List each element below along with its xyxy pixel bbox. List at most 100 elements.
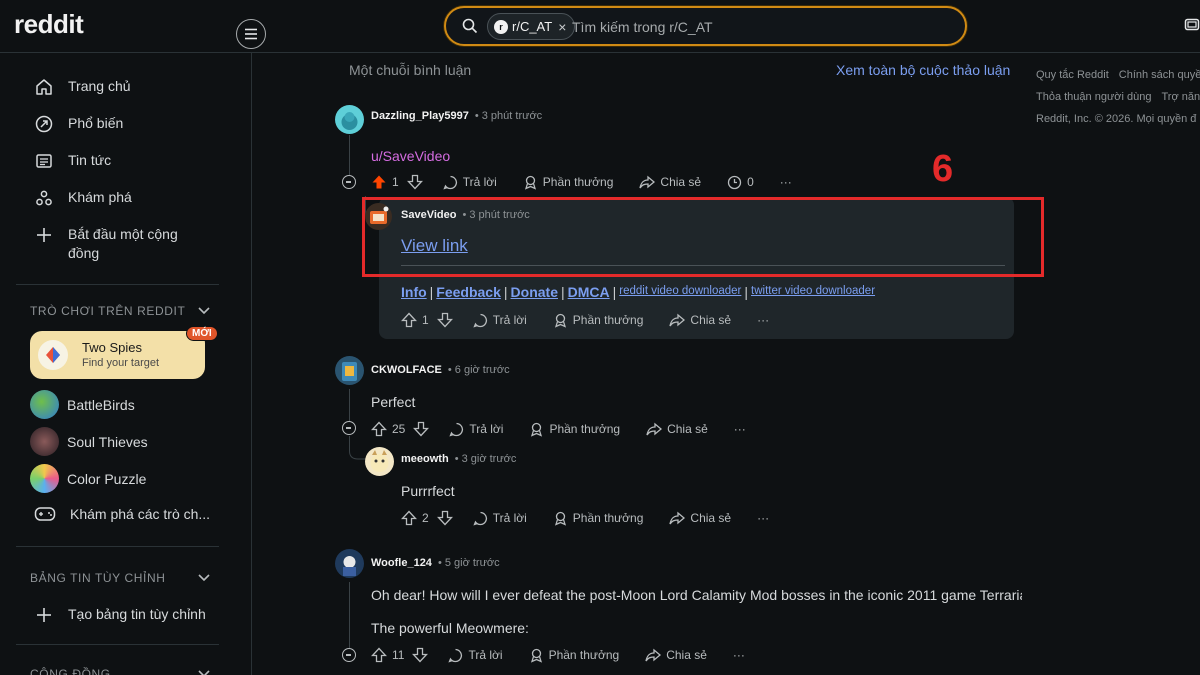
feedback-link[interactable]: Feedback bbox=[436, 284, 501, 300]
collapse-comment-button[interactable] bbox=[342, 648, 356, 662]
share-button[interactable]: Chia sẻ bbox=[646, 422, 708, 437]
sidebar-item-label: Phổ biến bbox=[68, 115, 124, 131]
donate-link[interactable]: Donate bbox=[511, 284, 558, 300]
thread-line bbox=[349, 389, 350, 423]
share-button[interactable]: Chia sẻ bbox=[645, 648, 707, 663]
downvote-button[interactable] bbox=[436, 510, 453, 526]
privacy-policy-link[interactable]: Chính sách quyền bbox=[1119, 69, 1200, 81]
reply-button[interactable]: Trả lời bbox=[449, 422, 503, 437]
collapse-sidebar-button[interactable] bbox=[236, 19, 266, 49]
upvote-button[interactable]: 11 bbox=[371, 647, 404, 663]
games-section-header[interactable]: TRÒ CHƠI TRÊN REDDIT bbox=[30, 304, 210, 318]
create-custom-feed[interactable]: Tạo bảng tin tùy chỉnh bbox=[34, 605, 234, 625]
award-button[interactable]: Phần thưởng bbox=[553, 511, 643, 526]
downvote-button[interactable] bbox=[412, 647, 429, 663]
username[interactable]: Dazzling_Play5997 bbox=[371, 110, 469, 122]
upvote-button[interactable]: 1 bbox=[371, 174, 399, 190]
annotation-step-number: 6 bbox=[932, 148, 954, 190]
search-input[interactable] bbox=[572, 16, 932, 38]
user-avatar[interactable] bbox=[335, 356, 364, 385]
award-button[interactable]: Phần thưởng bbox=[523, 175, 613, 190]
link-separator: | bbox=[560, 284, 565, 300]
chip-label: r/C_AT bbox=[512, 19, 553, 34]
sidebar-item-label: Tạo bảng tin tùy chỉnh bbox=[68, 606, 206, 622]
downvote-button[interactable] bbox=[413, 421, 430, 437]
award-icon bbox=[529, 422, 544, 437]
info-link[interactable]: Info bbox=[401, 284, 427, 300]
reply-button[interactable]: Trả lời bbox=[473, 511, 527, 526]
more-options-button[interactable]: ··· bbox=[780, 175, 792, 189]
user-avatar[interactable] bbox=[335, 549, 364, 578]
reddit-rules-link[interactable]: Quy tắc Reddit bbox=[1036, 69, 1109, 81]
upvote-button[interactable]: 1 bbox=[401, 312, 429, 328]
reply-button[interactable]: Trả lời bbox=[443, 175, 497, 190]
sidebar-game-color-puzzle[interactable]: Color Puzzle bbox=[30, 464, 146, 493]
comment-body: Purrrfect bbox=[401, 483, 455, 499]
comment-icon bbox=[449, 422, 464, 437]
dmca-link[interactable]: DMCA bbox=[568, 284, 610, 300]
subreddit-filter-chip[interactable]: r r/C_AT × bbox=[487, 13, 576, 40]
sidebar-item-news[interactable]: Tin tức bbox=[34, 151, 234, 171]
twitter-video-downloader-link[interactable]: twitter video downloader bbox=[751, 285, 875, 297]
username[interactable]: SaveVideo bbox=[401, 209, 456, 221]
more-options-button[interactable]: ··· bbox=[734, 422, 746, 436]
bot-links: Info | Feedback | Donate | DMCA | reddit… bbox=[401, 284, 875, 300]
close-icon[interactable]: × bbox=[558, 19, 566, 35]
username[interactable]: CKWOLFACE bbox=[371, 364, 442, 376]
featured-game-card[interactable]: Two Spies Find your target MỚI bbox=[30, 326, 218, 379]
sidebar-item-create-community[interactable]: Bắt đầu một cộng đồng bbox=[34, 225, 184, 263]
sidebar-game-battlebirds[interactable]: BattleBirds bbox=[30, 390, 135, 419]
user-agreement-link[interactable]: Thỏa thuận người dùng bbox=[1036, 91, 1152, 103]
more-options-button[interactable]: ··· bbox=[757, 511, 769, 525]
share-label: Chia sẻ bbox=[666, 648, 707, 662]
custom-feeds-section-header[interactable]: BẢNG TIN TÙY CHỈNH bbox=[30, 571, 210, 585]
sidebar-item-popular[interactable]: Phổ biến bbox=[34, 114, 234, 134]
more-icon: ··· bbox=[732, 648, 745, 662]
comment-body-mention[interactable]: u/SaveVideo bbox=[371, 148, 450, 164]
award-button[interactable]: Phần thưởng bbox=[529, 422, 620, 437]
timer-button[interactable]: 0 bbox=[727, 175, 754, 190]
communities-section-header[interactable]: CỘNG ĐỒNG bbox=[30, 667, 210, 675]
more-options-button[interactable]: ··· bbox=[757, 313, 769, 327]
award-button[interactable]: Phần thưởng bbox=[553, 313, 643, 328]
downvote-button[interactable] bbox=[406, 174, 423, 190]
comment-header: Woofle_124 • 5 giờ trước bbox=[371, 557, 500, 569]
collapse-comment-button[interactable] bbox=[342, 421, 356, 435]
search-bar[interactable]: r r/C_AT × bbox=[444, 6, 967, 46]
view-full-discussion-link[interactable]: Xem toàn bộ cuộc thảo luận bbox=[836, 62, 1010, 78]
sidebar-game-soul-thieves[interactable]: Soul Thieves bbox=[30, 427, 148, 456]
share-button[interactable]: Chia sẻ bbox=[669, 511, 731, 526]
user-avatar[interactable] bbox=[365, 447, 394, 476]
share-button[interactable]: Chia sẻ bbox=[669, 313, 731, 328]
view-link[interactable]: View link bbox=[401, 236, 468, 256]
reply-button[interactable]: Trả lời bbox=[448, 648, 503, 663]
color-puzzle-avatar bbox=[30, 464, 59, 493]
comment-header: Dazzling_Play5997 • 3 phút trước bbox=[371, 110, 542, 122]
thread-line bbox=[349, 135, 350, 175]
reply-button[interactable]: Trả lời bbox=[473, 313, 527, 328]
chat-icon[interactable] bbox=[1184, 17, 1200, 33]
comment-icon bbox=[473, 313, 488, 328]
savevideo-avatar[interactable] bbox=[365, 203, 392, 230]
game-label: Soul Thieves bbox=[67, 433, 148, 450]
more-options-button[interactable]: ··· bbox=[733, 648, 745, 662]
user-avatar[interactable] bbox=[335, 105, 364, 134]
accessibility-link[interactable]: Trợ năng bbox=[1162, 91, 1200, 103]
username[interactable]: Woofle_124 bbox=[371, 557, 432, 569]
upvote-button[interactable]: 2 bbox=[401, 510, 429, 526]
home-icon bbox=[34, 77, 54, 97]
timestamp: • 5 giờ trước bbox=[437, 557, 500, 569]
award-button[interactable]: Phần thưởng bbox=[529, 648, 619, 663]
game-title: Two Spies bbox=[82, 340, 142, 355]
share-button[interactable]: Chia sẻ bbox=[639, 175, 701, 190]
divider-line bbox=[401, 265, 1005, 266]
username[interactable]: meeowth bbox=[401, 453, 449, 465]
sidebar-item-home[interactable]: Trang chủ bbox=[34, 77, 234, 97]
downvote-button[interactable] bbox=[436, 312, 453, 328]
sidebar-explore-games[interactable]: Khám phá các trò ch... bbox=[34, 506, 210, 522]
reddit-logo[interactable]: reddit bbox=[14, 9, 84, 40]
collapse-comment-button[interactable] bbox=[342, 175, 356, 189]
upvote-button[interactable]: 25 bbox=[371, 421, 405, 437]
reddit-video-downloader-link[interactable]: reddit video downloader bbox=[619, 285, 741, 297]
sidebar-item-explore[interactable]: Khám phá bbox=[34, 188, 234, 208]
